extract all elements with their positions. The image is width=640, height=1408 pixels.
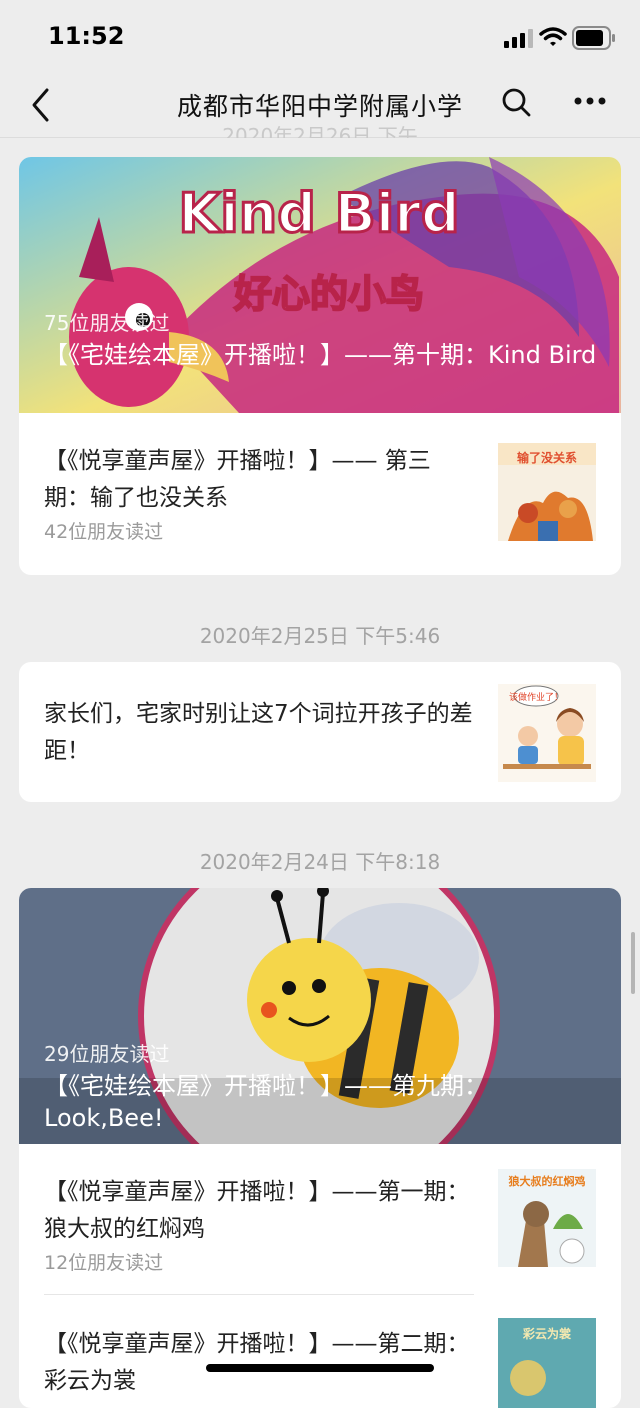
page-title: 成都市华阳中学附属小学 [176,92,463,121]
article-item[interactable]: 【《悦享童声屋》开播啦！】——第二期：彩云为裳 彩云为裳 [19,1294,621,1408]
cellular-signal-icon [504,29,533,48]
article-read-count: 42位朋友读过 [44,521,164,543]
article-item[interactable]: 【《悦享童声屋》开播啦！】——第一期：狼大叔的红焖鸡 12位朋友读过 狼大叔的红… [19,1144,621,1294]
article-title: 【《悦享童声屋》开播啦！】—— 第三期：输了也没关系 [44,448,431,511]
cover-article[interactable]: 29位朋友读过 【《宅娃绘本屋》开播啦！】——第九期：Look,Bee! [19,888,621,1144]
cover-read-count: 29位朋友读过 [44,1042,170,1066]
article-item[interactable]: 【《悦享童声屋》开播啦！】—— 第三期：输了也没关系 42位朋友读过 输了没关系 [19,413,621,573]
cover-image: Kind Bird 好心的小鸟 [19,157,621,413]
article-group-card: 29位朋友读过 【《宅娃绘本屋》开播啦！】——第九期：Look,Bee! 【《悦… [19,888,621,1408]
scrollbar[interactable] [631,932,635,994]
article-item[interactable]: 家长们，宅家时别让这7个词拉开孩子的差距！ 该做作业了！ [19,662,621,802]
article-group-card: 家长们，宅家时别让这7个词拉开孩子的差距！ 该做作业了！ [19,662,621,802]
status-bar: 11:52 [0,0,640,75]
cover-article[interactable]: Kind Bird 好心的小鸟 75位朋友读过 【《宅娃绘本屋》开播啦！】——第… [19,157,621,413]
article-title: 【《悦享童声屋》开播啦！】——第二期：彩云为裳 [44,1331,470,1394]
cover-read-count: 75位朋友读过 [44,311,170,335]
search-icon[interactable] [501,87,533,119]
article-read-count: 12位朋友读过 [44,1252,164,1274]
article-thumbnail: 彩云为裳 [498,1318,596,1408]
article-thumbnail: 该做作业了！ [498,684,596,782]
article-thumbnail: 狼大叔的红焖鸡 [498,1169,596,1267]
more-options-icon[interactable] [574,95,606,107]
message-date: 2020年2月25日 下午5:46 [199,624,441,648]
home-indicator[interactable] [206,1364,434,1372]
battery-icon [572,26,615,50]
scrolled-date-label: 2020年2月26日 下午 [222,124,418,138]
message-date: 2020年2月24日 下午8:18 [199,850,441,874]
status-time: 11:52 [48,22,125,50]
cover-art-subtitle: 好心的小鸟 [233,272,424,316]
thumb-caption: 狼大叔的红焖鸡 [509,1174,586,1188]
cover-art-title: Kind Bird [178,182,459,245]
thumb-caption: 彩云为裳 [522,1326,572,1341]
thumb-caption: 该做作业了！ [509,691,563,703]
thumb-caption: 输了没关系 [517,450,577,465]
article-title: 家长们，宅家时别让这7个词拉开孩子的差距！ [44,701,473,764]
wifi-icon [539,27,567,46]
cover-title: 【《宅娃绘本屋》开播啦！】——第十期：Kind Bird [44,341,597,369]
article-title: 【《悦享童声屋》开播啦！】——第一期：狼大叔的红焖鸡 [44,1179,470,1242]
cover-title: 【《宅娃绘本屋》开播啦！】——第九期：Look,Bee! [44,1072,488,1132]
article-thumbnail: 输了没关系 [498,443,596,541]
article-group-card: Kind Bird 好心的小鸟 75位朋友读过 【《宅娃绘本屋》开播啦！】——第… [19,157,621,575]
